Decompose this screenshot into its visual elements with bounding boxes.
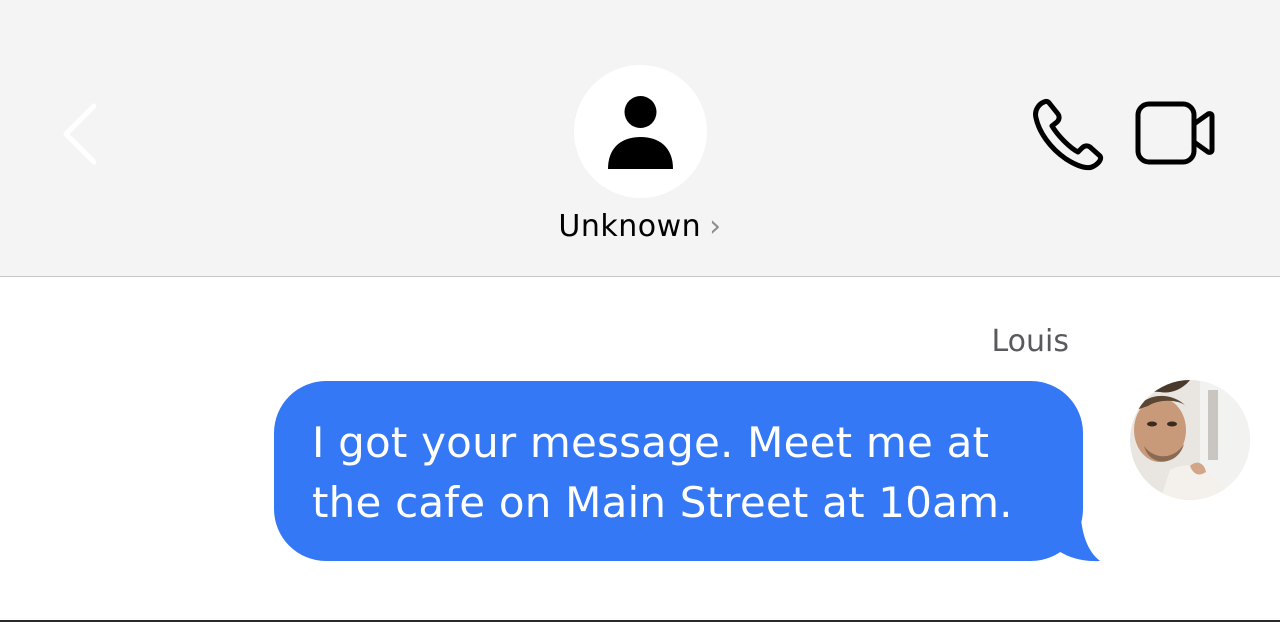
video-camera-icon [1135,101,1215,165]
chevron-right-icon: › [709,209,722,244]
video-call-button[interactable] [1132,98,1218,168]
message-sender-name: Louis [991,324,1069,359]
back-button[interactable] [56,96,112,172]
avatar-photo [1130,380,1250,500]
contact-name-button[interactable]: Unknown › [0,209,1280,244]
contact-avatar[interactable] [574,65,707,198]
person-icon [608,96,673,169]
sender-avatar[interactable] [1130,380,1250,500]
chevron-left-icon [63,103,97,165]
conversation-header: Unknown › [0,0,1280,277]
phone-icon [1033,98,1104,171]
contact-name-label: Unknown [558,209,702,244]
audio-call-button[interactable] [1030,96,1106,172]
message-text: I got your message. Meet me at the cafe … [312,418,1013,527]
messages-screen: Unknown › Louis I got your message. Meet … [0,0,1280,622]
